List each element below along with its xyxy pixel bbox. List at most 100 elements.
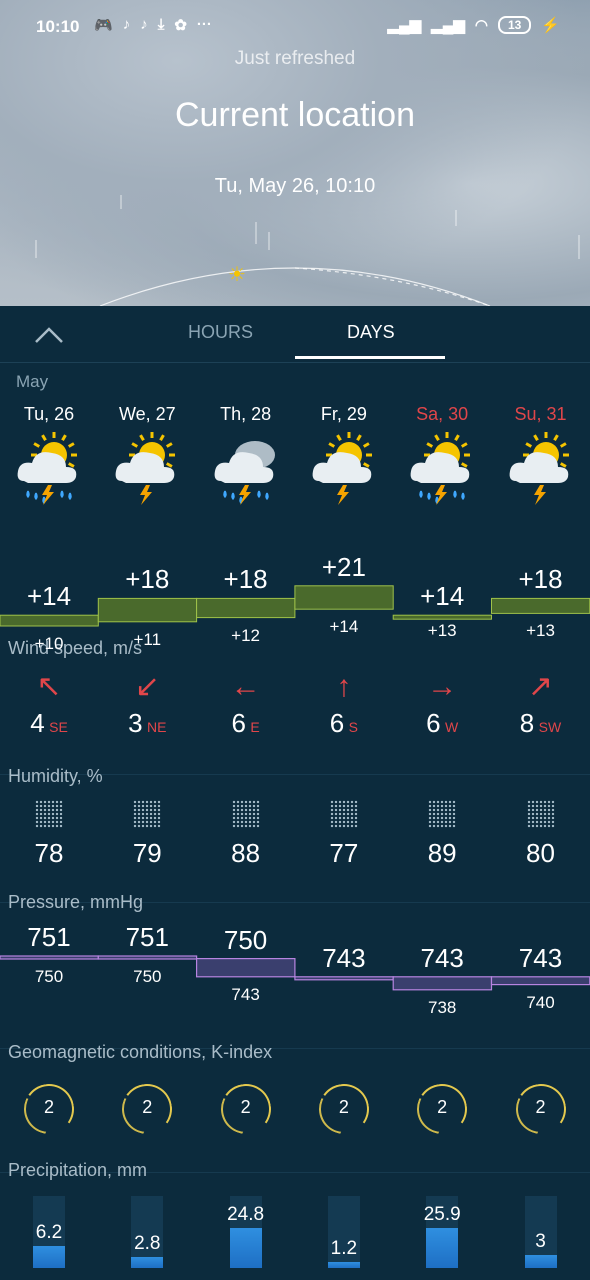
gift-icon: ✿ [174, 17, 187, 34]
day-name: We, 27 [118, 404, 176, 424]
humidity-cell: 88 [197, 800, 295, 869]
temp-range-bar [0, 614, 99, 627]
temp-range-bar [392, 614, 493, 620]
signal-icon: ▂▄▆ [387, 17, 422, 34]
k-index-value: 2 [437, 1097, 448, 1117]
tab-days[interactable]: DAYS [347, 322, 395, 343]
pressure-high: 750 [223, 924, 268, 955]
humidity-cell: 80 [492, 800, 590, 869]
pressure-low: 738 [428, 997, 457, 1017]
day-name: Tu, 26 [23, 404, 75, 424]
wind-cell: ↗ 8 SW [492, 670, 590, 739]
wind-direction: SW [538, 719, 562, 735]
day-name: Fr, 29 [320, 404, 367, 424]
day-name: Su, 31 [514, 404, 567, 424]
k-index-value: 2 [240, 1097, 251, 1117]
sun-cloud-thunder-icon [295, 431, 393, 510]
download-icon: ⤓ [157, 16, 165, 33]
pressure-range-bar [97, 955, 198, 960]
month-label: May [16, 372, 49, 391]
temp-low: +11 [133, 629, 162, 649]
humidity-cell: 78 [0, 800, 98, 869]
precip-value: 2.8 [134, 1233, 161, 1255]
temp-low: +10 [34, 634, 64, 653]
k-index-gauge: 2 [122, 1084, 172, 1134]
pressure-range-bar [196, 958, 296, 978]
cloud-rain-thunder-icon [197, 431, 295, 510]
wind-speed: 8 [519, 708, 535, 738]
precip-value: 25.9 [423, 1204, 461, 1226]
day-column[interactable]: We, 27 [98, 404, 196, 510]
humidity-icon [428, 800, 457, 828]
notification-icons: 🎮 ♪ ♪ ⤓ ✿ ··· [94, 16, 212, 34]
temp-high: +14 [420, 581, 465, 612]
sun-cloud-rain-thunder-icon [0, 431, 98, 510]
wind-speed: 6 [231, 708, 246, 738]
humidity-value: 88 [231, 838, 261, 868]
sun-cloud-thunder-icon [98, 431, 196, 510]
wind-cell: ↙ 3 NE [98, 670, 196, 739]
humidity-cell: 79 [98, 800, 196, 869]
wind-cell: ↑ 6 S [295, 670, 393, 739]
humidity-value: 78 [34, 838, 64, 868]
wind-arrow-icon: → [427, 670, 458, 703]
day-column[interactable]: Fr, 29 [295, 404, 393, 510]
temp-high: +21 [321, 551, 366, 582]
day-column[interactable]: Su, 31 [492, 404, 590, 510]
precip-value: 1.2 [330, 1238, 358, 1260]
sun-path-arc [99, 267, 491, 307]
system-icons: ▂▄▆ ▂▄▆ ◠ 13 ⚡ [387, 16, 560, 34]
humidity-icon [35, 800, 63, 828]
temp-range-bar [97, 597, 198, 623]
wind-speed: 6 [329, 708, 345, 738]
sun-cloud-rain-thunder-icon [393, 431, 491, 510]
k-index-gauge: 2 [24, 1084, 74, 1134]
temp-range-bar [491, 597, 590, 614]
pressure-low: 740 [526, 992, 555, 1012]
tab-hours[interactable]: HOURS [188, 322, 253, 343]
humidity-icon [526, 800, 555, 828]
humidity-value: 77 [329, 838, 359, 868]
day-column[interactable]: Tu, 26 [0, 404, 98, 510]
charging-icon: ⚡ [541, 17, 560, 34]
precip-fill [229, 1228, 262, 1268]
pressure-low: 750 [133, 966, 162, 986]
tiktok-icon: ♪ [140, 16, 148, 33]
humidity-value: 79 [132, 838, 162, 868]
day-name: Sa, 30 [416, 404, 469, 424]
k-index-gauge: 2 [221, 1084, 271, 1134]
precip-fill [33, 1246, 65, 1268]
pressure-range-bar [392, 976, 493, 991]
wind-direction: NE [147, 719, 167, 735]
temp-high: +18 [125, 564, 170, 595]
pressure-high: 743 [518, 942, 563, 973]
precip-fill [327, 1262, 360, 1268]
collapse-chevron-icon[interactable] [34, 320, 64, 350]
humidity-cell: 77 [295, 800, 393, 869]
location-title[interactable]: Current location [0, 96, 590, 135]
k-index-value: 2 [338, 1097, 349, 1117]
wind-speed: 4 [30, 708, 45, 738]
pressure-range-bar [490, 976, 590, 986]
precipitation-section-title: Precipitation, mm [8, 1160, 148, 1180]
current-date: Tu, May 26, 10:10 [214, 175, 376, 197]
temp-range-bar [294, 585, 394, 610]
precip-fill [426, 1228, 459, 1268]
k-index-gauge: 2 [417, 1084, 467, 1134]
temp-high: +18 [223, 564, 268, 595]
k-index-value: 2 [43, 1097, 54, 1117]
precip-bar [131, 1196, 164, 1268]
k-index-value: 2 [142, 1097, 153, 1117]
wind-arrow-icon: ← [230, 670, 261, 703]
day-column[interactable]: Sa, 30 [393, 404, 491, 510]
status-time: 10:10 [36, 17, 80, 36]
pressure-high: 751 [27, 922, 71, 952]
day-column[interactable]: Th, 28 [197, 404, 295, 510]
humidity-value: 89 [427, 838, 457, 868]
temp-high: +18 [518, 564, 563, 595]
wind-arrow-icon: ↙ [134, 670, 160, 703]
pressure-high: 751 [125, 922, 169, 952]
pressure-range-bar [0, 955, 99, 960]
temp-range-bar [196, 597, 296, 619]
pressure-low: 743 [231, 984, 260, 1004]
